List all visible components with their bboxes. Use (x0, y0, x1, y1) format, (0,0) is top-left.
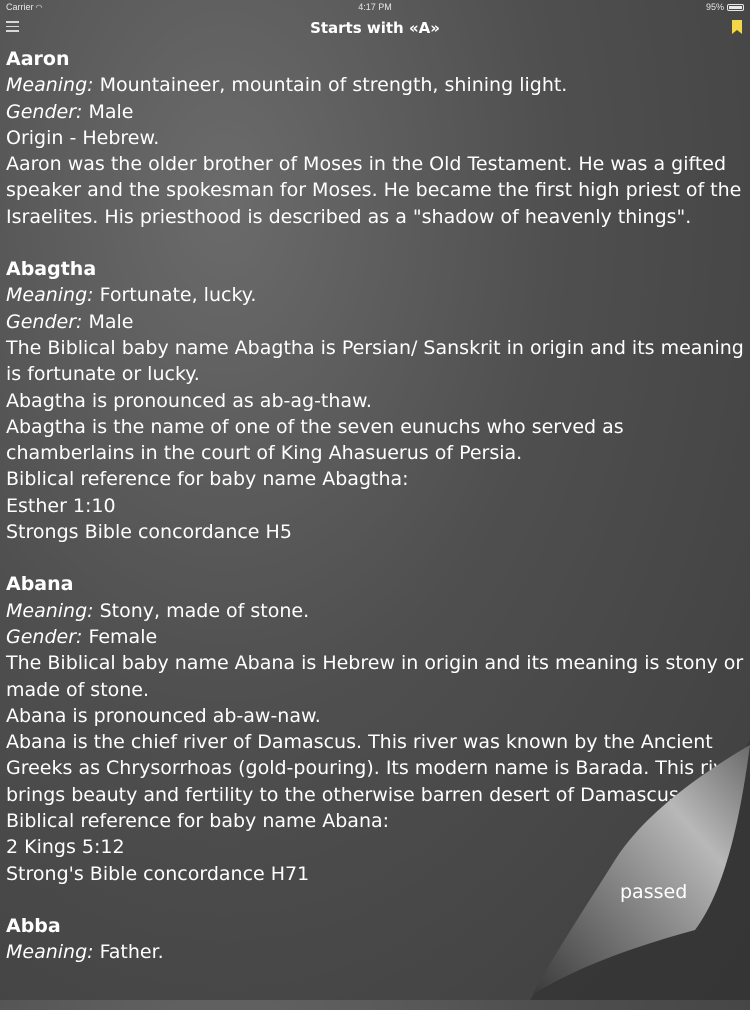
gender-label: Gender: (6, 100, 83, 123)
entry-name: Abba (6, 914, 61, 937)
gender-line: Gender: Male (6, 99, 746, 125)
name-entry[interactable]: Abba Meaning: Father. (6, 913, 746, 966)
gender-line: Gender: Male (6, 309, 746, 335)
meaning-line: Meaning: Fortunate, lucky. (6, 282, 746, 308)
entry-text: Abana is pronounced ab-aw-naw. (6, 704, 321, 727)
entry-text: Origin - Hebrew. (6, 126, 160, 149)
meaning-value: Stony, made of stone. (93, 599, 310, 622)
meaning-label: Meaning: (6, 74, 94, 97)
name-entry[interactable]: Abagtha Meaning: Fortunate, lucky. Gende… (6, 256, 746, 545)
bookmark-icon[interactable] (732, 20, 742, 34)
entry-name: Abagtha (6, 258, 97, 281)
entry-text: The Biblical baby name Abana is Hebrew i… (6, 652, 744, 701)
meaning-value: Father. (93, 941, 164, 964)
gender-value: Male (82, 310, 134, 333)
battery-percent: 95% (705, 2, 724, 12)
nav-bar: Starts with «A» (0, 14, 750, 44)
meaning-value: Fortunate, lucky. (93, 284, 257, 307)
entry-text: Strongs Bible concordance H5 (6, 521, 292, 544)
name-entry[interactable]: Abana Meaning: Stony, made of stone. Gen… (6, 571, 746, 887)
entry-name: Abana (6, 573, 74, 596)
meaning-line: Meaning: Father. (6, 939, 746, 965)
meaning-line: Meaning: Mountaineer, mountain of streng… (6, 72, 746, 98)
entry-text: Abagtha is pronounced as ab-ag-thaw. (6, 389, 372, 412)
status-time: 4:17 PM (358, 2, 392, 12)
gender-label: Gender: (6, 310, 83, 333)
gender-value: Male (82, 100, 134, 123)
entry-text: Aaron was the older brother of Moses in … (6, 153, 742, 228)
entry-text: Esther 1:10 (6, 494, 116, 517)
entry-text: Abagtha is the name of one of the seven … (6, 415, 624, 465)
meaning-label: Meaning: (6, 941, 94, 964)
battery-icon (727, 3, 744, 11)
entry-text: Abana is the chief river of Damascus. Th… (6, 731, 745, 806)
battery-indicator: 95% (706, 2, 744, 12)
meaning-value: Mountaineer, mountain of strength, shini… (93, 74, 568, 97)
gender-line: Gender: Female (6, 624, 746, 650)
entry-text: 2 Kings 5:12 (6, 836, 125, 859)
names-list: Aaron Meaning: Mountaineer, mountain of … (6, 46, 746, 992)
entry-text: The Biblical baby name Abagtha is Persia… (6, 336, 744, 386)
entry-name: Aaron (6, 48, 70, 70)
page-title: Starts with «A» (310, 19, 440, 37)
entry-text: Biblical reference for baby name Abagtha… (6, 468, 409, 491)
meaning-line: Meaning: Stony, made of stone. (6, 598, 746, 624)
status-bar: Carrier ◠ 4:17 PM 95% (0, 0, 750, 14)
entry-text: Strong's Bible concordance H71 (6, 862, 310, 885)
name-entry[interactable]: Aaron Meaning: Mountaineer, mountain of … (6, 46, 746, 230)
entry-text: Biblical reference for baby name Abana: (6, 810, 390, 833)
meaning-label: Meaning: (6, 284, 94, 307)
gender-label: Gender: (6, 625, 83, 648)
meaning-label: Meaning: (6, 599, 94, 622)
gender-value: Female (82, 625, 158, 648)
